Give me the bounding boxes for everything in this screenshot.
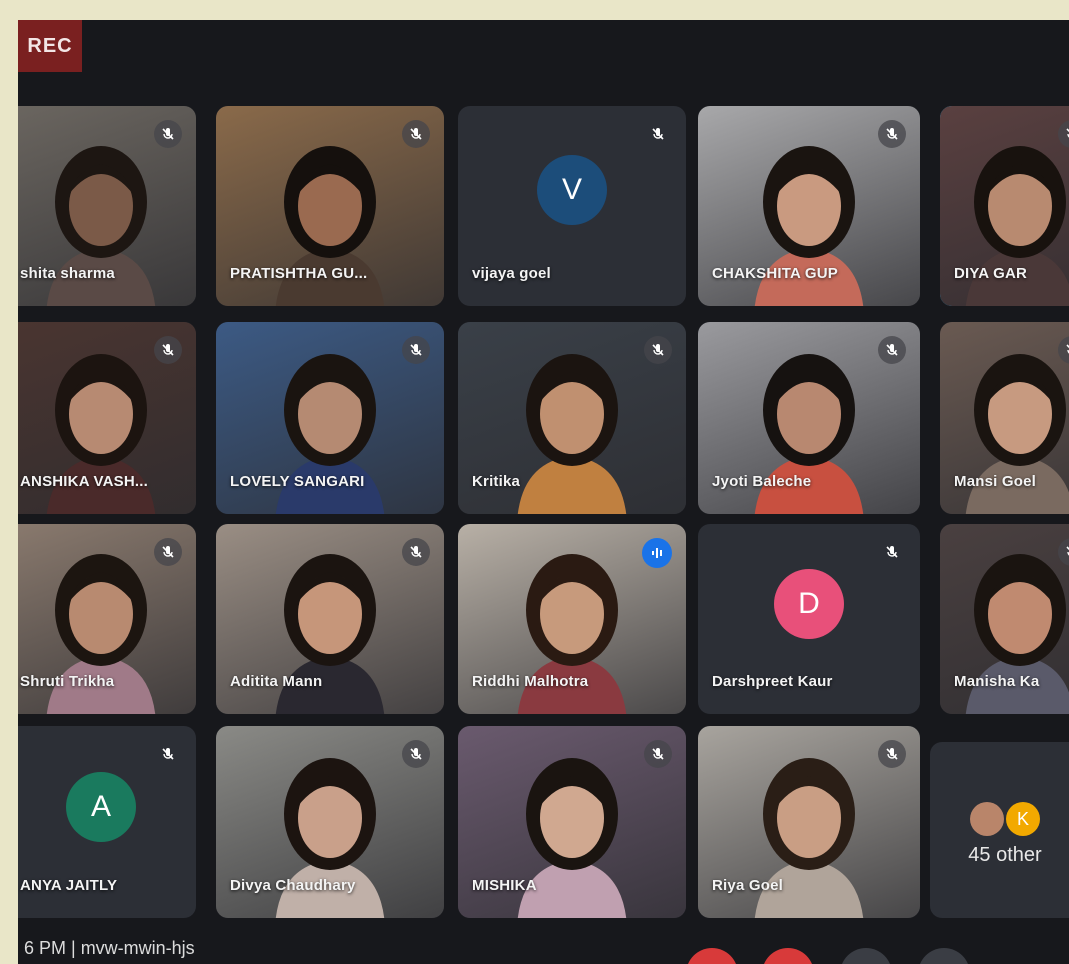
- captions-button[interactable]: [840, 948, 892, 964]
- mic-muted-icon: [878, 336, 906, 364]
- mic-muted-icon: [402, 336, 430, 364]
- mic-muted-icon: [402, 740, 430, 768]
- participant-name: shita sharma: [20, 265, 115, 282]
- mic-muted-icon: [154, 120, 182, 148]
- mic-muted-icon: [154, 538, 182, 566]
- participant-name: Aditita Mann: [230, 673, 323, 690]
- participant-name: Darshpreet Kaur: [712, 673, 833, 690]
- participant-name: CHAKSHITA GUP: [712, 265, 838, 282]
- participant-name: Jyoti Baleche: [712, 473, 812, 490]
- participant-tile[interactable]: Riddhi Malhotra: [458, 524, 686, 714]
- participant-name: Riddhi Malhotra: [472, 673, 589, 690]
- participant-avatar: A: [66, 771, 136, 842]
- participant-tile[interactable]: Aditita Mann: [216, 524, 444, 714]
- mic-muted-icon: [402, 538, 430, 566]
- participant-avatar: D: [774, 568, 844, 639]
- meeting-time-code: 6 PM | mvw-mwin-hjs: [24, 938, 195, 958]
- mic-muted-icon: [644, 740, 672, 768]
- meeting-window: shita sharma PRATISHTHA GU... Vvijaya goel…: [18, 20, 1069, 964]
- participant-tile[interactable]: MISHIKA: [458, 726, 686, 918]
- participant-name: MISHIKA: [472, 877, 537, 894]
- participant-name: vijaya goel: [472, 265, 551, 282]
- participant-tile[interactable]: PRATISHTHA GU...: [216, 106, 444, 306]
- mic-muted-icon: [644, 336, 672, 364]
- participant-name: ANSHIKA VASH...: [20, 473, 149, 490]
- participant-tile[interactable]: shita sharma: [18, 106, 196, 306]
- participant-tile[interactable]: Kritika: [458, 322, 686, 514]
- others-count-label: 45 other: [968, 844, 1042, 866]
- participant-tile[interactable]: Shruti Trikha: [18, 524, 196, 714]
- mic-muted-icon: [154, 336, 182, 364]
- participant-name: PRATISHTHA GU...: [230, 265, 368, 282]
- participant-tile[interactable]: LOVELY SANGARI: [216, 322, 444, 514]
- participant-tile[interactable]: CHAKSHITA GUP: [698, 106, 920, 306]
- others-avatar-photo: [970, 802, 1004, 836]
- present-button[interactable]: [918, 948, 970, 964]
- mic-muted-icon: [154, 740, 182, 768]
- participant-tile[interactable]: A ANYA JAITLY: [18, 726, 196, 918]
- participant-name: Mansi Goel: [954, 473, 1037, 490]
- participant-tile[interactable]: DIYA GAR: [940, 106, 1069, 306]
- participant-name: DIYA GAR: [954, 265, 1028, 282]
- mic-muted-icon: [878, 120, 906, 148]
- participant-tile[interactable]: Manisha Ka: [940, 524, 1069, 714]
- others-tile[interactable]: K 45 other: [930, 742, 1069, 918]
- participant-name: Manisha Ka: [954, 673, 1040, 690]
- participant-name: LOVELY SANGARI: [230, 473, 365, 490]
- participant-avatar: V: [537, 155, 607, 225]
- participant-tile[interactable]: D Darshpreet Kaur: [698, 524, 920, 714]
- mic-muted-icon: [402, 120, 430, 148]
- camera-button[interactable]: [762, 948, 814, 964]
- participant-name: Divya Chaudhary: [230, 877, 356, 894]
- participant-tile[interactable]: ANSHIKA VASH...: [18, 322, 196, 514]
- mic-muted-icon: [644, 120, 672, 148]
- participant-name: ANYA JAITLY: [20, 877, 118, 894]
- mic-button[interactable]: [686, 948, 738, 964]
- participant-tile[interactable]: Divya Chaudhary: [216, 726, 444, 918]
- participant-name: Kritika: [472, 473, 521, 490]
- bottom-bar: 6 PM | mvw-mwin-hjs: [18, 932, 1069, 964]
- participant-tile[interactable]: Mansi Goel: [940, 322, 1069, 514]
- recording-badge: REC: [18, 20, 82, 72]
- participant-tile[interactable]: Jyoti Baleche: [698, 322, 920, 514]
- others-summary: K 45 other: [930, 802, 1069, 867]
- mic-muted-icon: [878, 538, 906, 566]
- others-avatar-letter: K: [1006, 802, 1040, 836]
- speaking-indicator-icon: [642, 538, 672, 568]
- mic-muted-icon: [878, 740, 906, 768]
- participant-name: Riya Goel: [712, 877, 783, 894]
- participant-grid: shita sharma PRATISHTHA GU... Vvijaya goel…: [18, 20, 1069, 964]
- participant-tile[interactable]: Riya Goel: [698, 726, 920, 918]
- participant-tile[interactable]: Vvijaya goel: [458, 106, 686, 306]
- participant-name: Shruti Trikha: [20, 673, 115, 690]
